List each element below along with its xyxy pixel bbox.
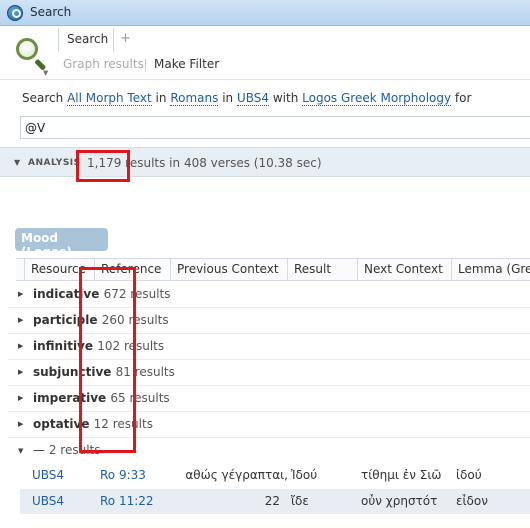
- magnifier-icon: [16, 38, 38, 60]
- window-title: Search: [30, 5, 72, 19]
- edition-link[interactable]: UBS4: [236, 91, 270, 106]
- result-cell: Ἰδού: [291, 468, 318, 482]
- expand-triangle-icon[interactable]: ▶: [18, 420, 23, 428]
- make-filter-button[interactable]: Make Filter: [154, 57, 219, 71]
- search-app-icon: [7, 5, 23, 21]
- table-row[interactable]: UBS4 Ro 9:33 αθώς γέγραπται, Ἰδού τίθημι…: [20, 463, 530, 488]
- scope-link[interactable]: All Morph Text: [67, 91, 152, 106]
- previous-context-cell: αθώς γέγραπται,: [185, 468, 288, 482]
- column-result[interactable]: Result: [287, 259, 357, 280]
- reference-link[interactable]: Ro 9:33: [100, 468, 170, 482]
- lemma-cell: εἶδον: [456, 494, 488, 508]
- tab-search[interactable]: Search: [58, 28, 114, 52]
- expand-triangle-icon[interactable]: ▶: [18, 290, 23, 298]
- chevron-down-icon[interactable]: ▼: [43, 69, 48, 77]
- next-context-cell: τίθημι ἐν Σιῶ: [361, 468, 442, 482]
- column-previous-context[interactable]: Previous Context: [170, 259, 287, 280]
- toolbar-divider: [145, 59, 146, 71]
- column-lemma[interactable]: Lemma (Gre: [451, 259, 530, 280]
- annotation-box-result-counts: [79, 267, 136, 453]
- group-by-mood-chip[interactable]: Mood (Logos): [15, 228, 108, 259]
- search-input[interactable]: [20, 116, 530, 139]
- analysis-label: ANALYSIS: [28, 158, 81, 168]
- search-button[interactable]: ▼: [12, 34, 52, 77]
- column-next-context[interactable]: Next Context: [357, 259, 451, 280]
- query-sentence: Search All Morph Text in Romans in UBS4 …: [22, 91, 472, 106]
- expand-triangle-icon[interactable]: ▶: [18, 368, 23, 376]
- collapse-triangle-icon[interactable]: ▼: [14, 158, 20, 167]
- add-tab-button[interactable]: +: [120, 31, 131, 46]
- toolbar: ▼ Search + Graph results Make Filter: [0, 26, 530, 80]
- reference-link[interactable]: Ro 11:22: [100, 494, 170, 508]
- resource-link[interactable]: UBS4: [32, 468, 92, 482]
- query-prefix: Search: [22, 91, 64, 105]
- expand-triangle-icon[interactable]: ▶: [18, 316, 23, 324]
- expand-triangle-icon[interactable]: ▶: [18, 394, 23, 402]
- expand-triangle-icon[interactable]: ▶: [18, 342, 23, 350]
- next-context-cell: οὖν χρηστότ: [361, 494, 438, 508]
- result-cell: ἴδε: [291, 494, 309, 508]
- collapse-triangle-icon[interactable]: ▼: [18, 447, 23, 455]
- morphology-link[interactable]: Logos Greek Morphology: [302, 91, 452, 106]
- graph-results-button[interactable]: Graph results: [63, 57, 144, 71]
- annotation-box-results-count: [76, 150, 130, 182]
- title-bar: Search: [0, 0, 530, 26]
- book-link[interactable]: Romans: [170, 91, 219, 106]
- table-row[interactable]: UBS4 Ro 11:22 22 ἴδε οὖν χρηστότ εἶδον: [20, 489, 530, 514]
- resource-link[interactable]: UBS4: [32, 494, 92, 508]
- previous-context-cell: 22: [264, 494, 280, 508]
- lemma-cell: ἰδού: [456, 468, 482, 482]
